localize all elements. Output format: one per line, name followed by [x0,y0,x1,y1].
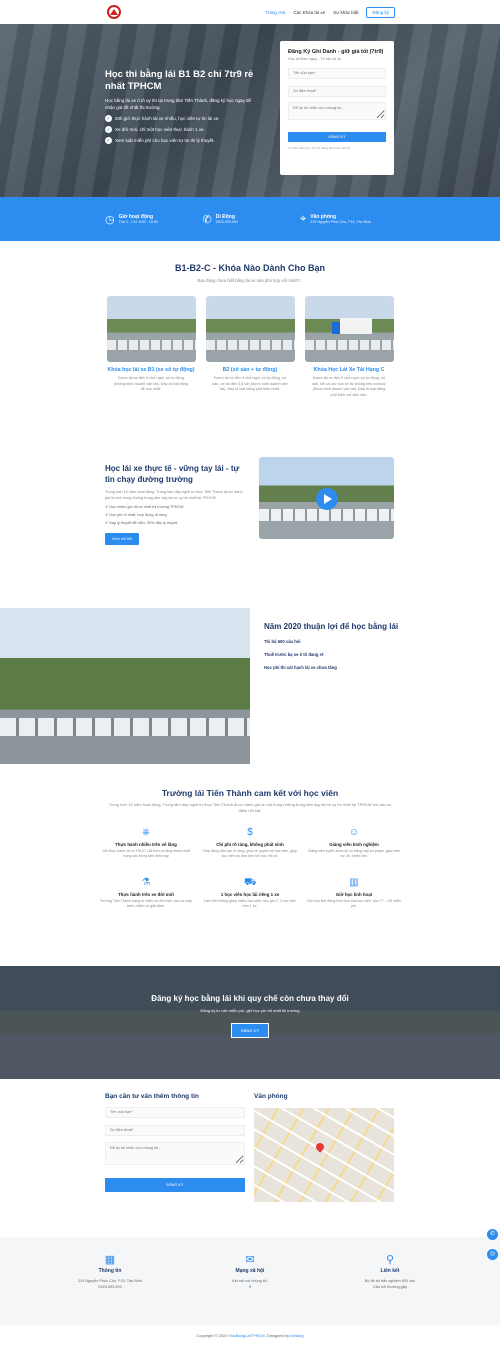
contact-section: Bạn cần tư vấn thêm thông tin ĐĂNG KÝ Vă… [0,1079,500,1237]
form-note: Tư vấn miễn phí - hỗ trợ đăng phải xem n… [288,146,351,150]
cta-register-button[interactable]: ĐĂNG KÝ [230,1023,269,1038]
parking-lot-image [0,608,250,764]
hero-bullet: ✓ Xem luật miễn phí cho học viên tự tin t… [105,137,215,144]
course-card[interactable]: Khóa học lái xe B1 (xe số tự động) Được l… [106,296,196,398]
facebook-icon[interactable]: f [249,1285,250,1289]
building-icon: ▥ [349,877,359,888]
map-pin-icon [314,1141,326,1153]
check-icon: ✓ [105,137,112,144]
course-image [205,296,295,362]
feature-item: ☺ Giảng viên kinh nghiệm Giảng viên tuyển … [307,827,401,858]
practice-title: Học lái xe thực tế - vững tay lái - tự t… [105,464,240,484]
year-section: Năm 2020 thuận lợi để học bằng lái Thi b… [0,608,500,764]
courses-section: B1-B2-C - Khóa Nào Dành Cho Bạn Bạn đang… [0,241,500,398]
message-input[interactable] [288,102,386,120]
feature-item: ⎈ Thực hành nhiều trên vô lăng Giờ thực hà… [102,827,190,858]
site-header: Trang chủ Các Khóa tài xe Sự khác biệt Đ… [0,0,500,24]
feature-item: ⚗ Thực hành trên xe đời mới Trường Tiến Th… [99,877,193,908]
form-submit-button[interactable]: ĐĂNG KÝ [288,132,386,142]
feature-item: ▥ Giờ học linh hoạt Giờ học linh động theo… [307,877,401,908]
office-map[interactable] [254,1108,394,1202]
steering-wheel-icon: ⎈ [142,827,150,838]
hero-desc: Học bằng lái xe ô tô uy tín tại trung tâ… [105,98,252,110]
nav-register-button[interactable]: Đăng ký [366,6,395,18]
commitment-title: Trường lái Tiến Thành cam kết với học vi… [161,788,339,798]
ambulance-icon: ⛟ [244,877,257,888]
course-card[interactable]: B2 (số sàn + tự động) Được lái xe đến 9 c… [205,296,295,398]
logo-icon[interactable] [107,5,121,19]
course-image [304,296,394,362]
contact-submit-button[interactable]: ĐĂNG KÝ [105,1178,245,1192]
chat-icon: ✉ [245,1254,255,1266]
cta-banner: Đăng ký học bằng lái khi quy chế còn chư… [0,966,500,1079]
contact-message-input[interactable] [105,1142,245,1165]
hero-section: Học thi bằng lái B1 B2 chỉ 7tr9 rẻ nhất … [0,24,500,197]
hero-title: Học thi bằng lái B1 B2 chỉ 7tr9 rẻ nhất … [105,69,254,92]
office-info: ⌖ Văn phòng 219 Nguyễn Phúc Chu, F15, Tân … [300,212,372,225]
name-input[interactable] [288,67,386,79]
hero-bullet: ✓ 20h giờ thực hành lái xe nhiều, học viê… [105,115,220,122]
check-icon: ✓ [105,115,112,122]
link-icon: ⚲ [385,1254,395,1266]
cta-title: Đăng ký học bằng lái khi quy chế còn chư… [151,994,349,1003]
location-pin-icon: ⌖ [300,212,307,225]
practice-section: Học lái xe thực tế - vững tay lái - tự t… [0,457,500,568]
check-icon: ✓ [105,126,112,133]
courses-title: B1-B2-C - Khóa Nào Dành Cho Bạn [174,263,325,273]
nav-courses[interactable]: Các Khóa tài xe [293,10,325,15]
truck-image [331,318,372,334]
info-bar: ◷ Giờ hoạt động Thứ 2 - CN: 8:00 - 15:00 ✆… [0,197,500,241]
year-item: Thi bộ 600 câu hỏi [264,639,301,644]
course-card[interactable]: Khóa Học Lái Xe Tải Hạng C Được lái xe đế… [304,296,394,398]
call-float-icon[interactable]: ✆ [487,1229,498,1240]
money-icon: $ [247,827,253,838]
courses-lead: Bạn đang chưa biết bằng lái xe nào phù h… [197,278,303,283]
video-thumbnail[interactable] [259,457,394,539]
commitment-section: Trường lái Tiến Thành cam kết với học vi… [0,764,500,966]
contact-title: Bạn cần tư vấn thêm thông tin [105,1093,199,1100]
clock-icon: ◷ [105,213,115,226]
nav-difference[interactable]: Sự khác biệt [333,10,358,15]
messenger-float-icon[interactable]: ◎ [487,1249,498,1260]
year-item: Học phí thi sát hạch lái xe chưa tăng [264,665,337,670]
footer: ▦ Thông tin 219 Nguyễn Phúc Chu, F15, Tân … [0,1237,500,1325]
practice-bullet: Học phí rõ nhất, hợp đồng rõ ràng [105,512,245,517]
commitment-lead: Trong hơn 10 năm hoạt động, Trung tâm dạ… [108,802,392,813]
footer-info: ▦ Thông tin 219 Nguyễn Phúc Chu, F15, Tân … [60,1253,160,1325]
footer-link[interactable]: Câu hỏi thường gặp [373,1285,407,1289]
contact-phone-input[interactable] [105,1124,245,1136]
year-title: Năm 2020 thuận lợi để học bằng lái [264,622,399,631]
hours-info: ◷ Giờ hoạt động Thứ 2 - CN: 8:00 - 15:00 [105,213,158,226]
practice-bullet: Học nhiều giờ lái xe nhất thị trường TPH… [105,504,245,509]
phone-icon: ✆ [202,213,212,226]
course-image [106,296,196,362]
form-title: Đăng Ký Ghi Danh - giữ giá tốt (7tr9) [288,49,384,55]
feature-item: $ Chi phí rõ ràng, không phát sinh Hợp đồn… [203,827,297,858]
phone-info[interactable]: ✆ Di Động 0923.393.093 [203,213,298,226]
designer-link[interactable]: kvBang [290,1333,303,1338]
practice-bullet: Dạy lý thuyết để hiểu, 99% đậu lý thuyết… [105,520,245,525]
feature-item: ⛟ 1 học viên học lái riêng 1 xe Cam kết kh… [203,877,297,908]
copyright: Copyright © 2020 HocBangLaiTPHCM. Design… [196,1333,304,1338]
office-title: Văn phòng [254,1093,288,1100]
flask-icon: ⚗ [141,877,151,888]
nav-home[interactable]: Trang chủ [265,10,285,15]
details-button[interactable]: Xem chi tiết [105,533,139,545]
phone-input[interactable] [288,85,386,97]
play-icon[interactable] [316,488,338,510]
users-icon: ☺ [348,827,360,838]
footer-link[interactable]: Bộ đề thi trắc nghiệm 600 câu [365,1279,415,1283]
form-subtitle: Học lái Đầu ngay - Tư lấn lái xe [288,57,342,61]
year-item: Thuế trước bạ xe ô tô đang rẻ [264,652,324,657]
map-icon: ▦ [104,1254,116,1266]
hero-bullet: ✓ Xe đời mới, chỉ một học viên thực hành … [105,126,205,133]
contact-name-input[interactable] [105,1106,245,1118]
registration-form: Đăng Ký Ghi Danh - giữ giá tốt (7tr9) Họ… [280,41,394,175]
practice-desc: Trong hơn 10 năm hoạt động, Trung tâm dạ… [105,490,243,500]
footer-links: ⚲ Liên kết Bộ đề thi trắc nghiệm 600 câu Câ… [340,1253,440,1325]
site-link[interactable]: HocBangLaiTPHCM [229,1333,265,1338]
cta-subtitle: Đăng ký tư vấn miễn phí, giữ học phí tốt… [200,1008,300,1013]
footer-social: ✉ Mạng xã hội Kết nối với chúng tôi. f [200,1253,300,1325]
main-nav: Trang chủ Các Khóa tài xe Sự khác biệt Đ… [265,6,395,18]
